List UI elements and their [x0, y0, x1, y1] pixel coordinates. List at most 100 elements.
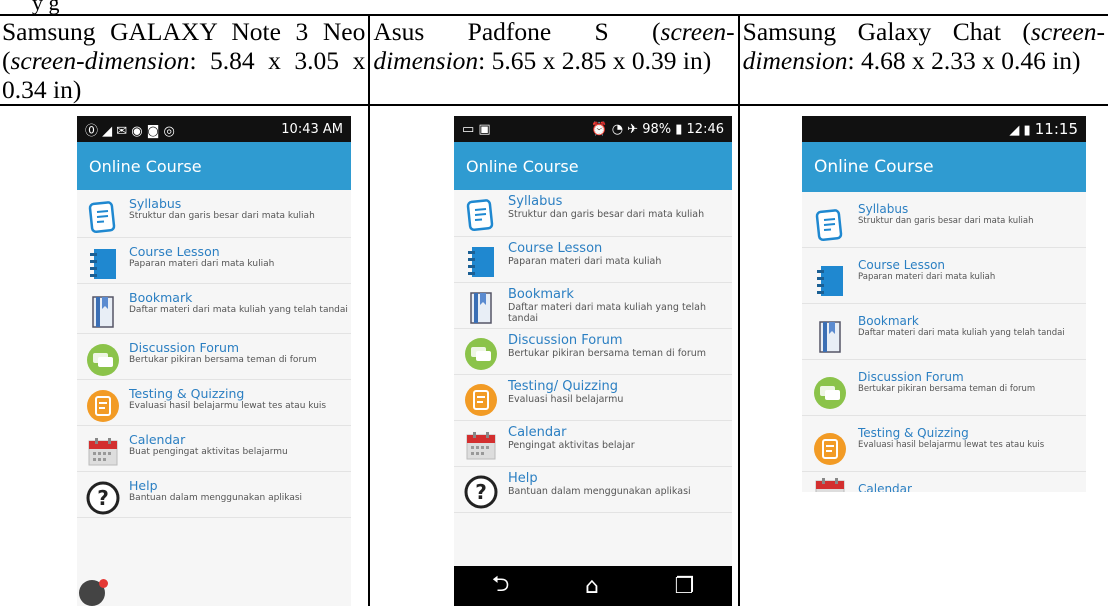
menu-item-title: Discussion Forum: [129, 340, 240, 355]
menu-item-title: Syllabus: [858, 202, 909, 216]
menu-item-bookmark[interactable]: Bookmark Daftar materi dari mata kuliah y…: [454, 283, 732, 329]
device-name: Asus Padfone S (: [373, 17, 661, 46]
menu-item-discussion-forum[interactable]: Discussion Forum Bertukar pikiran bersama…: [77, 334, 351, 380]
menu-item-title: Course Lesson: [858, 258, 946, 272]
menu-item-title: Course Lesson: [508, 241, 603, 256]
menu-item-syllabus[interactable]: Syllabus Struktur dan garis besar dari ma…: [802, 192, 1086, 248]
menu-item-title: Testing & Quizzing: [858, 426, 969, 440]
menu-item-description: Evaluasi hasil belajarmu lewat tes atau …: [129, 401, 327, 411]
calendar-icon: [454, 425, 508, 466]
menu-item-calendar[interactable]: Calendar Pengingat aktivitas belajar: [454, 421, 732, 467]
header-row: Samsung GALAXY Note 3 Neo (screen-dimens…: [0, 14, 1108, 106]
menu-item-description: Paparan materi dari mata kuliah: [129, 259, 275, 269]
menu-item-title: Calendar: [508, 425, 567, 440]
syllabus-icon: [77, 196, 129, 237]
menu-item-bookmark[interactable]: Bookmark Daftar materi dari mata kuliah y…: [77, 284, 351, 334]
menu-item-title: Course Lesson: [129, 244, 220, 259]
menu-item-testing-quizzing[interactable]: Testing & Quizzing Evaluasi hasil belajar…: [802, 416, 1086, 472]
menu-item-description: Pengingat aktivitas belajar: [508, 440, 635, 451]
menu-item-description: Bertukar pikiran bersama teman di forum: [858, 384, 1036, 394]
chat-icon: [454, 333, 508, 374]
nav-bar: ⮌ ⌂ ❐: [454, 566, 732, 606]
menu-item-description: Paparan materi dari mata kuliah: [858, 272, 996, 282]
status-time: 12:46: [686, 121, 724, 137]
menu-item-title: Syllabus: [508, 194, 563, 209]
book-icon: [77, 244, 129, 283]
menu-item-syllabus[interactable]: Syllabus Struktur dan garis besar dari ma…: [77, 190, 351, 238]
status-bar: ◢ ▮ 11:15: [802, 116, 1086, 142]
syllabus-icon: [802, 202, 858, 247]
menu-item-course-lesson[interactable]: Course Lesson Paparan materi dari mata ku…: [802, 248, 1086, 304]
bookmark-icon: [77, 290, 129, 333]
status-time: 10:43 AM: [281, 121, 343, 137]
notification-icons: ▭ ▣: [462, 121, 491, 137]
menu-item-description: Daftar materi dari mata kuliah yang tela…: [129, 305, 348, 315]
phone-screen-padfone: ▭ ▣ ⏰ ◔ ✈ 98% ▮ 12:46 Online Course Syll…: [454, 116, 732, 606]
calendar-icon: [77, 432, 129, 471]
phone-screen-galaxy-chat: ◢ ▮ 11:15 Online Course Syllabus Struktur…: [802, 116, 1086, 492]
menu-item-syllabus[interactable]: Syllabus Struktur dan garis besar dari ma…: [454, 190, 732, 237]
menu-item-bookmark[interactable]: Bookmark Daftar materi dari mata kuliah y…: [802, 304, 1086, 360]
help-icon: ?: [454, 471, 508, 512]
menu-item-title: Bookmark: [508, 287, 574, 302]
app-title: Online Course: [466, 156, 579, 176]
recents-icon[interactable]: ❐: [674, 574, 694, 599]
menu-item-testing-quizzing[interactable]: Testing & Quizzing Evaluasi hasil belajar…: [77, 380, 351, 426]
menu-item-discussion-forum[interactable]: Discussion Forum Bertukar pikiran bersama…: [454, 329, 732, 375]
menu-item-description: Evaluasi hasil belajarmu lewat tes atau …: [858, 440, 1045, 450]
phone-screen-note3: ⓪ ◢ ✉ ◉ ◙ ◎ 10:43 AM Online Course Sylla…: [77, 116, 351, 606]
menu-item-description: Paparan materi dari mata kuliah: [508, 256, 662, 267]
menu-list: Syllabus Struktur dan garis besar dari ma…: [454, 190, 732, 513]
status-bar: ▭ ▣ ⏰ ◔ ✈ 98% ▮ 12:46: [454, 116, 732, 142]
menu-item-discussion-forum[interactable]: Discussion Forum Bertukar pikiran bersama…: [802, 360, 1086, 416]
home-icon[interactable]: ⌂: [585, 574, 599, 599]
menu-item-help[interactable]: ? Help Bantuan dalam menggunakan aplikasi: [454, 467, 732, 513]
menu-item-description: Bertukar pikiran bersama teman di forum: [508, 348, 707, 359]
menu-item-course-lesson[interactable]: Course Lesson Paparan materi dari mata ku…: [77, 238, 351, 284]
help-icon: ?: [77, 478, 129, 517]
menu-list: Syllabus Struktur dan garis besar dari ma…: [77, 190, 351, 518]
status-bar: ⓪ ◢ ✉ ◉ ◙ ◎ 10:43 AM: [77, 116, 351, 142]
dimension-label: screen-dimension: [10, 46, 190, 75]
header-cell-3: Samsung Galaxy Chat (screen-dimension: 4…: [737, 14, 1108, 106]
app-title: Online Course: [814, 157, 934, 177]
syllabus-icon: [454, 194, 508, 236]
app-bar: Online Course: [77, 142, 351, 190]
menu-item-title: Calendar: [129, 432, 186, 447]
menu-item-description: Struktur dan garis besar dari mata kulia…: [508, 209, 705, 220]
header-cell-2: Asus Padfone S (screen-dimension: 5.65 x…: [368, 14, 740, 106]
header-cell-1: Samsung GALAXY Note 3 Neo (screen-dimens…: [0, 14, 371, 106]
status-time: 11:15: [1034, 120, 1078, 138]
app-title: Online Course: [89, 156, 202, 176]
menu-item-description: Daftar materi dari mata kuliah yang tela…: [508, 302, 706, 324]
menu-item-title: Discussion Forum: [858, 370, 964, 384]
menu-list: Syllabus Struktur dan garis besar dari ma…: [802, 192, 1086, 492]
bookmark-icon: [454, 287, 508, 328]
menu-item-testing-quizzing[interactable]: Testing/ Quizzing Evaluasi hasil belajarm…: [454, 375, 732, 421]
cropped-top-text: y g: [32, 0, 60, 14]
menu-item-title: Testing & Quizzing: [129, 386, 245, 401]
status-indicators: ◢ ▮ 11:15: [1009, 120, 1078, 138]
chat-icon: [77, 340, 129, 379]
battery-level: 98%: [642, 121, 672, 137]
menu-item-title: Syllabus: [129, 196, 182, 211]
quiz-icon: [77, 386, 129, 425]
menu-item-help[interactable]: ? Help Bantuan dalam menggunakan aplikasi: [77, 472, 351, 518]
record-dot: [99, 579, 108, 588]
menu-item-description: Bantuan dalam menggunakan aplikasi: [129, 493, 303, 503]
status-indicators: ⏰ ◔ ✈ 98% ▮ 12:46: [591, 121, 724, 137]
bookmark-icon: [802, 314, 858, 359]
menu-item-description: Evaluasi hasil belajarmu: [508, 394, 624, 405]
book-icon: [802, 258, 858, 303]
back-icon[interactable]: ⮌: [492, 567, 510, 605]
menu-item-calendar[interactable]: Calendar: [802, 472, 1086, 492]
app-bar: Online Course: [802, 142, 1086, 192]
menu-item-calendar[interactable]: Calendar Buat pengingat aktivitas belajar…: [77, 426, 351, 472]
dimension-value: : 5.65 x 2.85 x 0.39 in): [478, 46, 712, 75]
menu-item-description: Struktur dan garis besar dari mata kulia…: [858, 216, 1034, 226]
device-name: Samsung Galaxy Chat (: [742, 17, 1031, 46]
menu-item-description: Daftar materi dari mata kuliah yang tela…: [858, 328, 1065, 338]
menu-item-title: Bookmark: [858, 314, 919, 328]
menu-item-course-lesson[interactable]: Course Lesson Paparan materi dari mata ku…: [454, 237, 732, 283]
menu-item-title: Discussion Forum: [508, 333, 623, 348]
